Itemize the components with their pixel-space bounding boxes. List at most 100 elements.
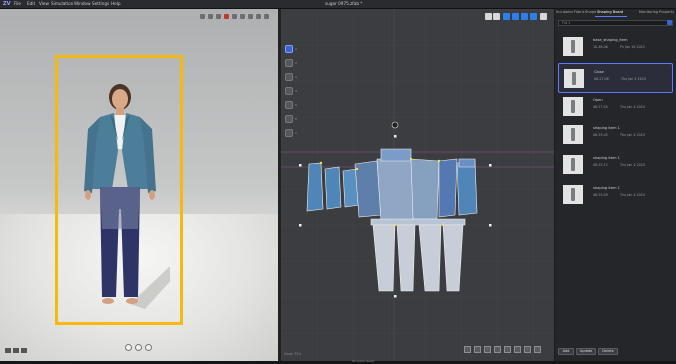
- snapshot-time: Thu Jan 4 2024: [620, 163, 645, 167]
- menu-settings[interactable]: Settings: [92, 1, 109, 6]
- snapshot-time: Thu Jan 4 2024: [620, 193, 645, 197]
- snapshot-name: base_shaping_item: [593, 38, 628, 42]
- tab-property[interactable]: Property: [659, 10, 674, 14]
- settings-icon[interactable]: [540, 13, 547, 20]
- stop-icon[interactable]: [125, 344, 132, 351]
- snapshot-date: 08.27.05: [593, 105, 608, 109]
- menu-window[interactable]: Window: [74, 1, 91, 6]
- snapshot-date: 08.27.08: [594, 77, 609, 81]
- menu-help[interactable]: Help: [111, 1, 121, 6]
- avatar-icon[interactable]: [232, 14, 237, 19]
- snapshot-time: Thu Jan 4 2024: [620, 105, 645, 109]
- pen-icon[interactable]: [285, 59, 293, 67]
- pause-icon[interactable]: [135, 344, 142, 351]
- record-icon[interactable]: [224, 14, 229, 19]
- snapshot-date: 08.25.05: [593, 133, 608, 137]
- delete-icon[interactable]: [534, 346, 541, 353]
- menu-simulation[interactable]: Simulation: [51, 1, 73, 6]
- display-mode-icon[interactable]: [256, 14, 261, 19]
- right-panel: Incubator Fabric Shape Shaping Board Mon…: [555, 9, 676, 361]
- snapshot-time: Thu Jan 4 2024: [620, 133, 645, 137]
- snapshot-name: shaping item 1: [593, 126, 620, 130]
- sewing-icon[interactable]: [285, 101, 293, 109]
- tab-monitoring[interactable]: Monitoring: [639, 10, 658, 14]
- trace-icon[interactable]: [285, 87, 293, 95]
- snapshot-date: 10.48.06: [593, 45, 608, 49]
- snapshot-thumbnail: [564, 69, 584, 88]
- tool-number: 5: [295, 103, 297, 107]
- add-button[interactable]: Add: [558, 348, 574, 355]
- mirror-icon[interactable]: [530, 13, 537, 20]
- menu-file[interactable]: File: [14, 1, 21, 6]
- texture-icon[interactable]: [240, 14, 245, 19]
- search-input[interactable]: Filt 1: [558, 20, 673, 26]
- snapshot-thumbnail: [563, 97, 583, 116]
- snapshot-thumbnail: [563, 155, 583, 174]
- flip-icon[interactable]: [514, 346, 521, 353]
- paste-icon[interactable]: [504, 346, 511, 353]
- rotate-icon[interactable]: [524, 346, 531, 353]
- grid-icon[interactable]: [285, 115, 293, 123]
- selection-box: [55, 55, 183, 325]
- 3d-viewport[interactable]: [0, 9, 278, 361]
- search-placeholder: Filt 1: [562, 21, 571, 25]
- tool-number: 6: [295, 117, 297, 121]
- rectangle-icon[interactable]: [285, 73, 293, 81]
- grid-toggle-icon[interactable]: [13, 348, 19, 353]
- light-icon[interactable]: [216, 14, 221, 19]
- filter-icon[interactable]: [667, 20, 672, 25]
- view-icon[interactable]: [200, 14, 205, 19]
- active-tab-indicator: [595, 16, 627, 17]
- select-icon[interactable]: [285, 45, 293, 53]
- snapshot-thumbnail: [563, 185, 583, 204]
- play-icon[interactable]: [145, 344, 152, 351]
- camera-view-icon[interactable]: [5, 348, 11, 353]
- camera-icon[interactable]: [208, 14, 213, 19]
- snapshot-item[interactable]: shaping item 1 08.25.05 Thu Jan 4 2024: [558, 123, 673, 147]
- menu-edit[interactable]: Edit: [27, 1, 35, 6]
- pin-icon[interactable]: [285, 129, 293, 137]
- snapshot-time: Thu Jan 4 2024: [621, 77, 646, 81]
- render-icon[interactable]: [248, 14, 253, 19]
- snapshot-name: Open: [593, 98, 603, 102]
- snapshot-item[interactable]: shaping item 1 08.25.12 Thu Jan 4 2024: [558, 153, 673, 177]
- tab-fabric[interactable]: Fabric: [574, 10, 585, 14]
- snapshot-item[interactable]: shaping item 1 08.25.09 Thu Jan 4 2024: [558, 183, 673, 207]
- snapshot-name: shaping item 1: [593, 156, 620, 160]
- snapshot-name: shaping item 1: [593, 186, 620, 190]
- window-title: sugar 0975.zfab *: [325, 1, 363, 6]
- tab-shape[interactable]: Shape: [585, 10, 596, 14]
- tool-number: 3: [295, 75, 297, 79]
- snapshot-time: Fri Jan 19 2025: [620, 45, 645, 49]
- menu-view[interactable]: View: [39, 1, 49, 6]
- link-icon[interactable]: [521, 13, 528, 20]
- axis-toggle-icon[interactable]: [21, 348, 27, 353]
- 2d-pattern-window[interactable]: 2 2 3 4 5 6 7 Zoom 75%: [281, 9, 554, 361]
- cut-icon[interactable]: [484, 346, 491, 353]
- zoom-status: Zoom 75%: [284, 352, 302, 356]
- app-logo: ZV: [3, 1, 11, 7]
- fit-view-icon[interactable]: [485, 13, 492, 20]
- tab-incubator[interactable]: Incubator: [556, 10, 573, 14]
- undo-icon[interactable]: [464, 346, 471, 353]
- snapshot-thumbnail: [563, 125, 583, 144]
- sync-icon[interactable]: [512, 13, 519, 20]
- tool-number: 2: [295, 61, 297, 65]
- tab-shaping-board[interactable]: Shaping Board: [597, 10, 623, 14]
- tool-number: 7: [295, 131, 297, 135]
- tool-number: 2: [295, 47, 297, 51]
- more-icon[interactable]: [264, 14, 269, 19]
- zoom-icon[interactable]: [493, 13, 500, 20]
- copy-icon[interactable]: [494, 346, 501, 353]
- snapshot-item[interactable]: base_shaping_item 10.48.06 Fri Jan 19 20…: [558, 35, 673, 59]
- snapshot-name: Close: [594, 70, 604, 74]
- snapshot-item[interactable]: Open 08.27.05 Thu Jan 4 2024: [558, 95, 673, 119]
- update-button[interactable]: Update: [576, 348, 596, 355]
- pattern-pieces[interactable]: [299, 119, 499, 299]
- arrange-icon[interactable]: [503, 13, 510, 20]
- redo-icon[interactable]: [474, 346, 481, 353]
- menu-bar: ZV File Edit View Simulation Window Sett…: [0, 0, 676, 9]
- delete-button[interactable]: Delete: [598, 348, 618, 355]
- snapshot-date: 08.25.09: [593, 193, 608, 197]
- snapshot-item-selected[interactable]: Close 08.27.08 Thu Jan 4 2024: [558, 63, 673, 93]
